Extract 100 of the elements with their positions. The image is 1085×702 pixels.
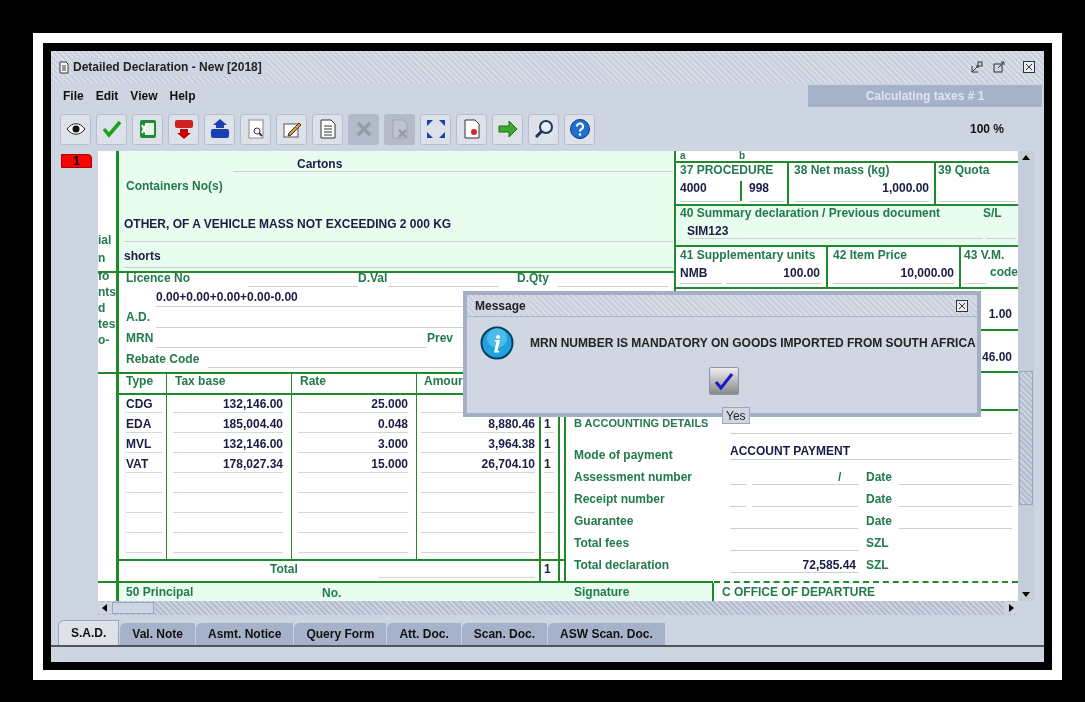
field-label: 43 V.M. [964,248,1005,262]
column-header: Type [126,374,154,388]
table-cell: 1 [544,562,551,576]
package-kind: Cartons [297,157,343,171]
payment-mode: ACCOUNT PAYMENT [730,444,850,458]
table-cell-text: 178,027.34 [221,457,283,471]
status-text: Calculating taxes # 1 [808,85,1042,107]
pencil-button[interactable] [276,113,307,145]
field-label: SZL [866,536,889,550]
field-label: Date [866,470,892,484]
field-label: a [680,151,686,161]
menu-item[interactable]: Help [169,87,196,105]
arrow-right-button[interactable] [492,113,523,145]
table-cell-text: 3.000 [376,437,408,451]
xml-download-button[interactable] [168,113,199,145]
field-label: 50 Principal [126,585,194,599]
dialog-title: Message [475,296,530,315]
spreadsheet-button[interactable] [132,113,163,145]
total-label: Total [270,562,298,576]
field-label: D.Val [358,271,388,285]
xml-upload-button[interactable] [204,113,235,145]
check-button[interactable] [96,113,127,145]
search-icon [532,118,555,140]
field-label: Total fees [574,536,630,550]
field-label: No. [322,586,342,600]
scroll-right-icon[interactable] [1004,602,1018,614]
procedure-code: 998 [749,181,770,195]
table-cell: 1 [544,417,551,431]
tab[interactable]: Val. Note [119,623,196,645]
field-label: S/L [983,206,1002,220]
help-button[interactable] [564,113,595,145]
eye-button[interactable] [60,113,91,145]
side-label: o- [98,333,110,347]
menu-item[interactable]: File [63,87,84,105]
check-icon [714,372,734,390]
field-label: SZL [866,558,889,572]
table-cell-text: 8,880.46 [487,417,535,431]
yes-button[interactable] [709,367,739,395]
document-record-button[interactable] [456,113,487,145]
column-header: Amour [424,374,463,388]
menu-item[interactable]: View [130,87,158,105]
field-label: Total declaration [574,558,670,572]
check-icon [100,118,123,140]
field-label: Guarantee [574,514,634,528]
tab[interactable]: Scan. Doc. [460,623,548,645]
scroll-thumb[interactable] [112,602,154,614]
side-label: fo [98,269,110,283]
table-cell-text: 0.048 [376,417,408,431]
field-label: A.D. [126,310,150,324]
document-button[interactable] [312,113,343,145]
menu-item[interactable]: Edit [95,87,119,105]
net-mass-value: 1,000.00 [882,181,929,195]
expand-arrows-icon [424,118,447,140]
table-cell-text: 3,964.38 [487,437,535,451]
field-label: 40 Summary declaration / Previous document [680,206,941,220]
xml-upload-icon [208,118,231,140]
scroll-thumb[interactable] [1019,371,1033,505]
total-value: 72,585.44 [802,558,856,572]
maximize-icon[interactable] [992,60,1006,74]
field-label: 37 PROCEDURE [680,163,774,177]
scroll-down-icon[interactable] [1021,589,1031,599]
xml-download-icon [172,118,195,140]
window-title: Detailed Declaration - New [2018] [73,58,266,76]
field-label: 39 Quota [938,163,990,177]
tab[interactable]: ASW Scan. Doc. [547,623,665,645]
table-cell-text: 132,146.00 [221,397,283,411]
field-label: Licence No [126,271,191,285]
vertical-scrollbar[interactable] [1018,151,1034,601]
tab[interactable]: Att. Doc. [386,623,461,645]
close-icon[interactable] [1022,60,1036,74]
expand-arrows-button[interactable] [420,113,451,145]
supplementary-value: 100.00 [783,266,820,280]
field-label: b [739,151,746,161]
document-search-button[interactable] [240,113,271,145]
tab[interactable]: Query Form [293,623,387,645]
tab[interactable]: Asmt. Notice [195,623,294,645]
dialog-message: MRN NUMBER IS MANDATORY ON GOODS IMPORTED FROM SOUTH AFRICA [530,335,976,352]
field-label: code [990,265,1018,279]
field-value: 1.00 [988,307,1012,321]
restore-icon[interactable] [970,60,984,74]
side-label: nts [98,285,116,299]
table-cell-text: 26,704.10 [480,457,535,471]
procedure-code: 4000 [680,181,707,195]
field-label: 41 Supplementary units [680,248,816,262]
search-button[interactable] [528,113,559,145]
table-cell-text: 185,004.40 [221,417,283,431]
table-cell-text: 132,146.00 [221,437,283,451]
column-header: Rate [300,374,326,388]
scroll-left-icon[interactable] [98,602,112,614]
field-label: Rebate Code [126,352,200,366]
item-tab[interactable]: 1 [61,154,92,168]
section-title: C OFFICE OF DEPARTURE [722,585,876,599]
commercial-description: shorts [124,249,161,263]
table-cell: MVL [126,437,152,451]
table-cell-text: 15.000 [370,457,408,471]
tab[interactable]: S.A.D. [58,620,120,645]
scroll-up-icon[interactable] [1021,153,1031,163]
close-icon[interactable] [955,298,969,313]
field-label: Mode of payment [574,448,673,462]
column-header: Tax base [175,374,226,388]
